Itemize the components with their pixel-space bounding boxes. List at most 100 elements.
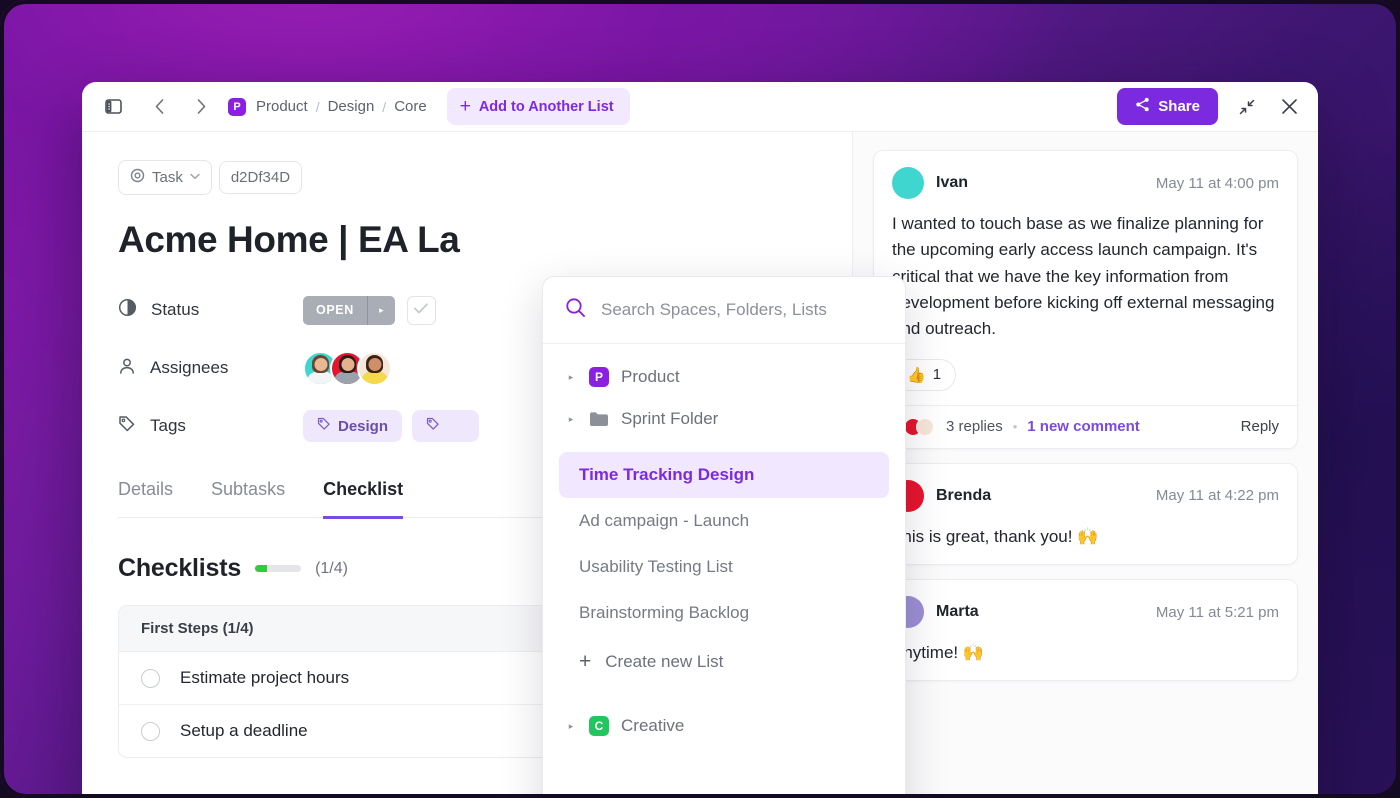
comment-author: Brenda (936, 486, 992, 504)
target-icon (130, 168, 145, 187)
tree-item-product[interactable]: ▸ P Product (543, 356, 905, 398)
comment-header: Marta May 11 at 5:21 pm (892, 596, 1279, 629)
user-icon (118, 357, 136, 380)
comment-header: Ivan May 11 at 4:00 pm (892, 167, 1279, 199)
assignee-avatars[interactable] (303, 350, 392, 386)
tag-pill[interactable]: Design (303, 410, 403, 442)
list-options: Time Tracking Design Ad campaign - Launch… (543, 452, 905, 636)
breadcrumb-separator: / (315, 98, 320, 115)
task-type-label: Task (152, 169, 183, 186)
tag-icon (426, 417, 440, 435)
field-tags-label: Tags (150, 416, 186, 435)
avatar[interactable] (357, 350, 392, 386)
search-icon (565, 297, 586, 323)
breadcrumb-item-design[interactable]: Design (328, 98, 375, 115)
tab-details[interactable]: Details (118, 479, 173, 519)
add-to-list-dropdown: Search Spaces, Folders, Lists ▸ P Produc… (542, 276, 906, 798)
comment-text: Anytime! 🙌 (892, 643, 985, 663)
desktop-background: P Product / Design / Core + Add to Anoth… (0, 0, 1400, 798)
breadcrumb-space-badge[interactable]: P (228, 97, 246, 116)
comment-card: Brenda May 11 at 4:22 pm This is great, th… (873, 462, 1298, 566)
breadcrumb-item-product[interactable]: Product (256, 98, 308, 115)
checklist-checkbox[interactable] (141, 668, 160, 688)
toolbar-actions: Share (1117, 88, 1304, 125)
chevron-right-icon[interactable] (186, 92, 216, 122)
tag-pill[interactable] (412, 410, 480, 442)
task-id-chip[interactable]: d2Df34D (218, 161, 303, 194)
breadcrumb-item-core[interactable]: Core (394, 98, 427, 115)
dropdown-body: ▸ P Product ▸ Sprint Folder Time Trackin… (543, 344, 905, 798)
tree-item-sprint-folder[interactable]: ▸ Sprint Folder (543, 398, 905, 440)
task-type-chip[interactable]: Task (118, 160, 212, 195)
avatar[interactable] (892, 167, 924, 199)
reaction-count: 1 (932, 366, 942, 384)
space-avatar: C (589, 716, 609, 736)
comment-timestamp: May 11 at 4:22 pm (1155, 487, 1279, 505)
new-comment-link[interactable]: 1 new comment (1027, 418, 1140, 435)
avatar (916, 417, 934, 436)
chevron-left-icon[interactable] (144, 92, 174, 122)
list-option[interactable]: Time Tracking Design (559, 452, 889, 498)
task-detail-pane: Task d2Df34D Acme Home | EA La Status OP… (82, 132, 906, 798)
search-input-placeholder: Search Spaces, Folders, Lists (601, 300, 827, 319)
comments-pane: Ivan May 11 at 4:00 pm I wanted to touch b… (852, 132, 1318, 798)
replies-count[interactable]: 3 replies (946, 418, 1003, 435)
mark-complete-button[interactable] (406, 295, 436, 325)
comment-body: Ivan May 11 at 4:00 pm I wanted to touch b… (874, 151, 1297, 405)
plus-icon: + (579, 650, 592, 673)
task-chips: Task d2Df34D (118, 160, 852, 195)
chevron-right-icon[interactable]: ▸ (565, 414, 577, 425)
share-label: Share (1158, 98, 1200, 115)
window-toolbar: P Product / Design / Core + Add to Anoth… (82, 82, 1318, 132)
field-assignees-label: Assignees (150, 358, 229, 377)
tag-icon (317, 417, 331, 435)
breadcrumb-separator: / (382, 98, 387, 115)
comment-body: Marta May 11 at 5:21 pm Anytime! 🙌 (874, 580, 1297, 680)
close-icon[interactable] (1274, 92, 1304, 122)
field-status-label: Status (151, 300, 200, 319)
tag-list: Design (303, 410, 480, 442)
comment-footer: 3 replies • 1 new comment Reply (874, 404, 1297, 448)
tag-icon (118, 415, 136, 438)
list-option[interactable]: Usability Testing List (559, 544, 889, 590)
search-input[interactable]: Search Spaces, Folders, Lists (543, 277, 905, 344)
comment-card: Ivan May 11 at 4:00 pm I wanted to touch b… (873, 150, 1298, 449)
share-button[interactable]: Share (1117, 88, 1218, 125)
space-avatar: P (589, 367, 609, 387)
checklists-progress-bar (255, 565, 302, 572)
task-window: P Product / Design / Core + Add to Anoth… (82, 82, 1318, 798)
tag-label: Design (338, 417, 389, 435)
tree-item-creative[interactable]: ▸ C Creative (543, 705, 905, 747)
sidebar-panel-icon[interactable] (98, 92, 128, 122)
checklists-heading: Checklists (118, 554, 242, 582)
create-new-list-label: Create new List (605, 651, 724, 671)
field-tags-label-group: Tags (118, 415, 303, 438)
checklist-item-label: Estimate project hours (180, 668, 350, 687)
thumbs-up-icon: 👍 (907, 366, 926, 384)
plus-icon: + (459, 96, 471, 117)
separator-dot: • (1012, 419, 1018, 435)
list-option[interactable]: Brainstorming Backlog (559, 590, 889, 636)
chevron-right-icon[interactable]: ▸ (565, 721, 577, 732)
checklist-checkbox[interactable] (141, 721, 160, 741)
reply-button[interactable]: Reply (1241, 418, 1279, 435)
breadcrumb: P Product / Design / Core (228, 97, 427, 116)
chevron-right-icon[interactable]: ▸ (565, 372, 577, 383)
field-assignees-label-group: Assignees (118, 357, 303, 380)
tab-checklist[interactable]: Checklist (323, 479, 404, 519)
add-to-another-list-button[interactable]: + Add to Another List (446, 88, 630, 125)
status-circle-icon (118, 298, 137, 322)
tree-item-label: Product (621, 367, 680, 386)
status-next-arrow-icon[interactable]: ▸ (366, 295, 395, 325)
checklists-progress-fraction: (1/4) (315, 559, 348, 577)
collapse-arrows-icon[interactable] (1232, 92, 1262, 122)
tree-item-label: Creative (621, 716, 685, 735)
tab-subtasks[interactable]: Subtasks (211, 479, 285, 519)
comment-header: Brenda May 11 at 4:22 pm (892, 479, 1279, 512)
add-to-another-list-label: Add to Another List (478, 98, 614, 115)
list-option[interactable]: Ad campaign - Launch (559, 498, 889, 544)
comment-timestamp: May 11 at 5:21 pm (1155, 603, 1279, 621)
status-badge[interactable]: OPEN ▸ (303, 295, 395, 325)
create-new-list-button[interactable]: + Create new List (559, 638, 889, 685)
tree-item-label: Sprint Folder (621, 409, 719, 428)
